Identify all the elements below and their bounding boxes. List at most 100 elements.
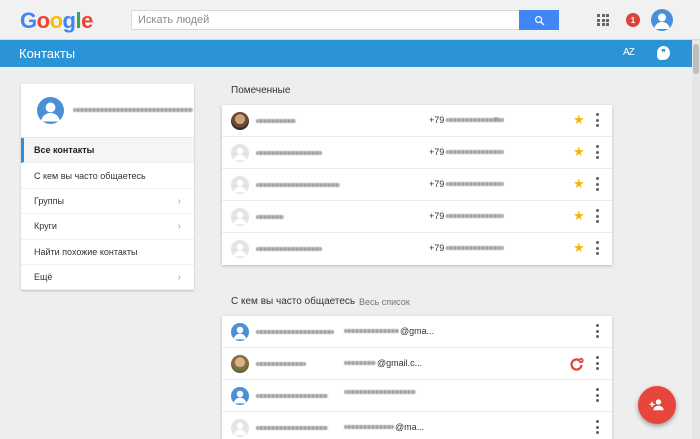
sidebar-item[interactable]: Ещё › (21, 265, 194, 291)
frequent-section-title: С кем вы часто общаетесь (231, 296, 356, 307)
email-redacted (344, 361, 376, 365)
sidebar-item[interactable]: Все контакты (21, 138, 194, 164)
apps-icon[interactable] (597, 14, 609, 26)
avatar (231, 144, 249, 162)
contact-row[interactable]: +79 ★ (222, 137, 612, 169)
app-bar: Контакты AZ ❞ (0, 40, 700, 67)
sidebar-item-label: Ещё (34, 272, 53, 283)
sidebar-item[interactable]: Группы › (21, 189, 194, 215)
google-plus-icon[interactable]: + (570, 357, 584, 371)
more-vert-icon[interactable] (595, 356, 599, 370)
sidebar-nav: Все контакты С кем вы часто общаетесь Груп… (21, 138, 194, 291)
contact-row[interactable]: @ma... (222, 412, 612, 439)
contact-row[interactable]: @gmail.c... + (222, 348, 612, 380)
sidebar: Все контакты С кем вы часто общаетесь Груп… (21, 84, 194, 291)
phone-redacted (446, 182, 505, 186)
avatar (231, 387, 249, 405)
more-vert-icon[interactable] (595, 177, 599, 191)
top-bar: Google 1 (0, 0, 700, 40)
logo-letter: g (62, 8, 76, 33)
contact-name-redacted (256, 151, 322, 155)
contact-name-redacted (256, 394, 328, 398)
hangouts-icon[interactable]: ❞ (657, 46, 670, 60)
sidebar-item-label: С кем вы часто общаетесь (34, 170, 146, 181)
starred-contacts-card: +79 ▼ ★ +79 ★ +79 ★ +79 ★ +79 ★ (222, 105, 612, 265)
contact-name-redacted (256, 247, 322, 251)
sidebar-item-label: Все контакты (34, 145, 95, 156)
contact-email: @ma... (344, 422, 424, 432)
search-box (131, 10, 559, 30)
profile-header[interactable] (21, 84, 194, 138)
email-suffix: @gmail.c... (377, 358, 423, 368)
contact-row[interactable] (222, 380, 612, 412)
more-vert-icon[interactable] (595, 420, 599, 434)
contact-name-redacted (256, 362, 306, 366)
starred-section-title: Помеченные (231, 85, 291, 96)
contact-phone: +79 (429, 211, 505, 221)
sidebar-item-label: Группы (34, 195, 64, 206)
logo-letter: o (36, 8, 50, 33)
email-suffix: @gma... (400, 326, 435, 336)
more-vert-icon[interactable] (595, 113, 599, 127)
phone-dropdown-icon[interactable]: ▼ (492, 115, 500, 124)
sort-az-icon[interactable]: AZ (623, 47, 635, 58)
svg-text:+: + (580, 358, 583, 363)
more-vert-icon[interactable] (595, 241, 599, 255)
chevron-right-icon: › (177, 221, 181, 233)
scrollbar-thumb[interactable] (693, 44, 699, 74)
star-icon[interactable]: ★ (573, 113, 585, 126)
more-vert-icon[interactable] (595, 145, 599, 159)
logo-letter: o (49, 8, 63, 33)
contact-row[interactable]: @gma... (222, 316, 612, 348)
contact-name-redacted (256, 215, 284, 219)
avatar (231, 355, 249, 373)
avatar (231, 208, 249, 226)
profile-name-redacted (73, 108, 193, 112)
email-redacted (344, 329, 399, 333)
sidebar-item[interactable]: С кем вы часто общаетесь (21, 163, 194, 189)
contact-name-redacted (256, 183, 340, 187)
contact-row[interactable]: +79 ▼ ★ (222, 105, 612, 137)
sidebar-item-label: Найти похожие контакты (34, 246, 138, 257)
contact-row[interactable]: +79 ★ (222, 169, 612, 201)
avatar (231, 176, 249, 194)
sidebar-item[interactable]: Круги › (21, 214, 194, 240)
page-title: Контакты (19, 46, 76, 61)
more-vert-icon[interactable] (595, 324, 599, 338)
logo-letter: e (81, 8, 93, 33)
star-icon[interactable]: ★ (573, 209, 585, 222)
phone-prefix: +79 (429, 211, 445, 221)
avatar (231, 240, 249, 258)
search-input[interactable] (132, 11, 520, 29)
contact-phone: +79 (429, 179, 505, 189)
phone-prefix: +79 (429, 243, 445, 253)
contact-email: @gma... (344, 326, 434, 336)
contact-row[interactable]: +79 ★ (222, 233, 612, 265)
avatar (231, 323, 249, 341)
account-avatar[interactable] (651, 9, 673, 31)
avatar (231, 419, 249, 437)
notifications-badge[interactable]: 1 (626, 13, 640, 27)
contact-email: @gmail.c... (344, 358, 422, 368)
star-icon[interactable]: ★ (573, 177, 585, 190)
email-redacted (344, 425, 394, 429)
chevron-right-icon: › (177, 195, 181, 207)
google-logo[interactable]: Google (20, 8, 93, 34)
add-contact-button[interactable] (638, 386, 676, 424)
scrollbar-track[interactable] (692, 40, 700, 439)
more-vert-icon[interactable] (595, 388, 599, 402)
sort-label: AZ (623, 47, 635, 58)
contact-name-redacted (256, 119, 296, 123)
view-all-link[interactable]: Весь список (359, 297, 410, 307)
logo-letter: G (20, 8, 37, 33)
contact-name-redacted (256, 330, 334, 334)
phone-redacted (446, 150, 505, 154)
sidebar-item[interactable]: Найти похожие контакты (21, 240, 194, 265)
contact-row[interactable]: +79 ★ (222, 201, 612, 233)
more-vert-icon[interactable] (595, 209, 599, 223)
search-button[interactable] (519, 10, 559, 30)
contact-phone: +79 (429, 147, 505, 157)
star-icon[interactable]: ★ (573, 145, 585, 158)
phone-redacted (446, 246, 505, 250)
star-icon[interactable]: ★ (573, 241, 585, 254)
